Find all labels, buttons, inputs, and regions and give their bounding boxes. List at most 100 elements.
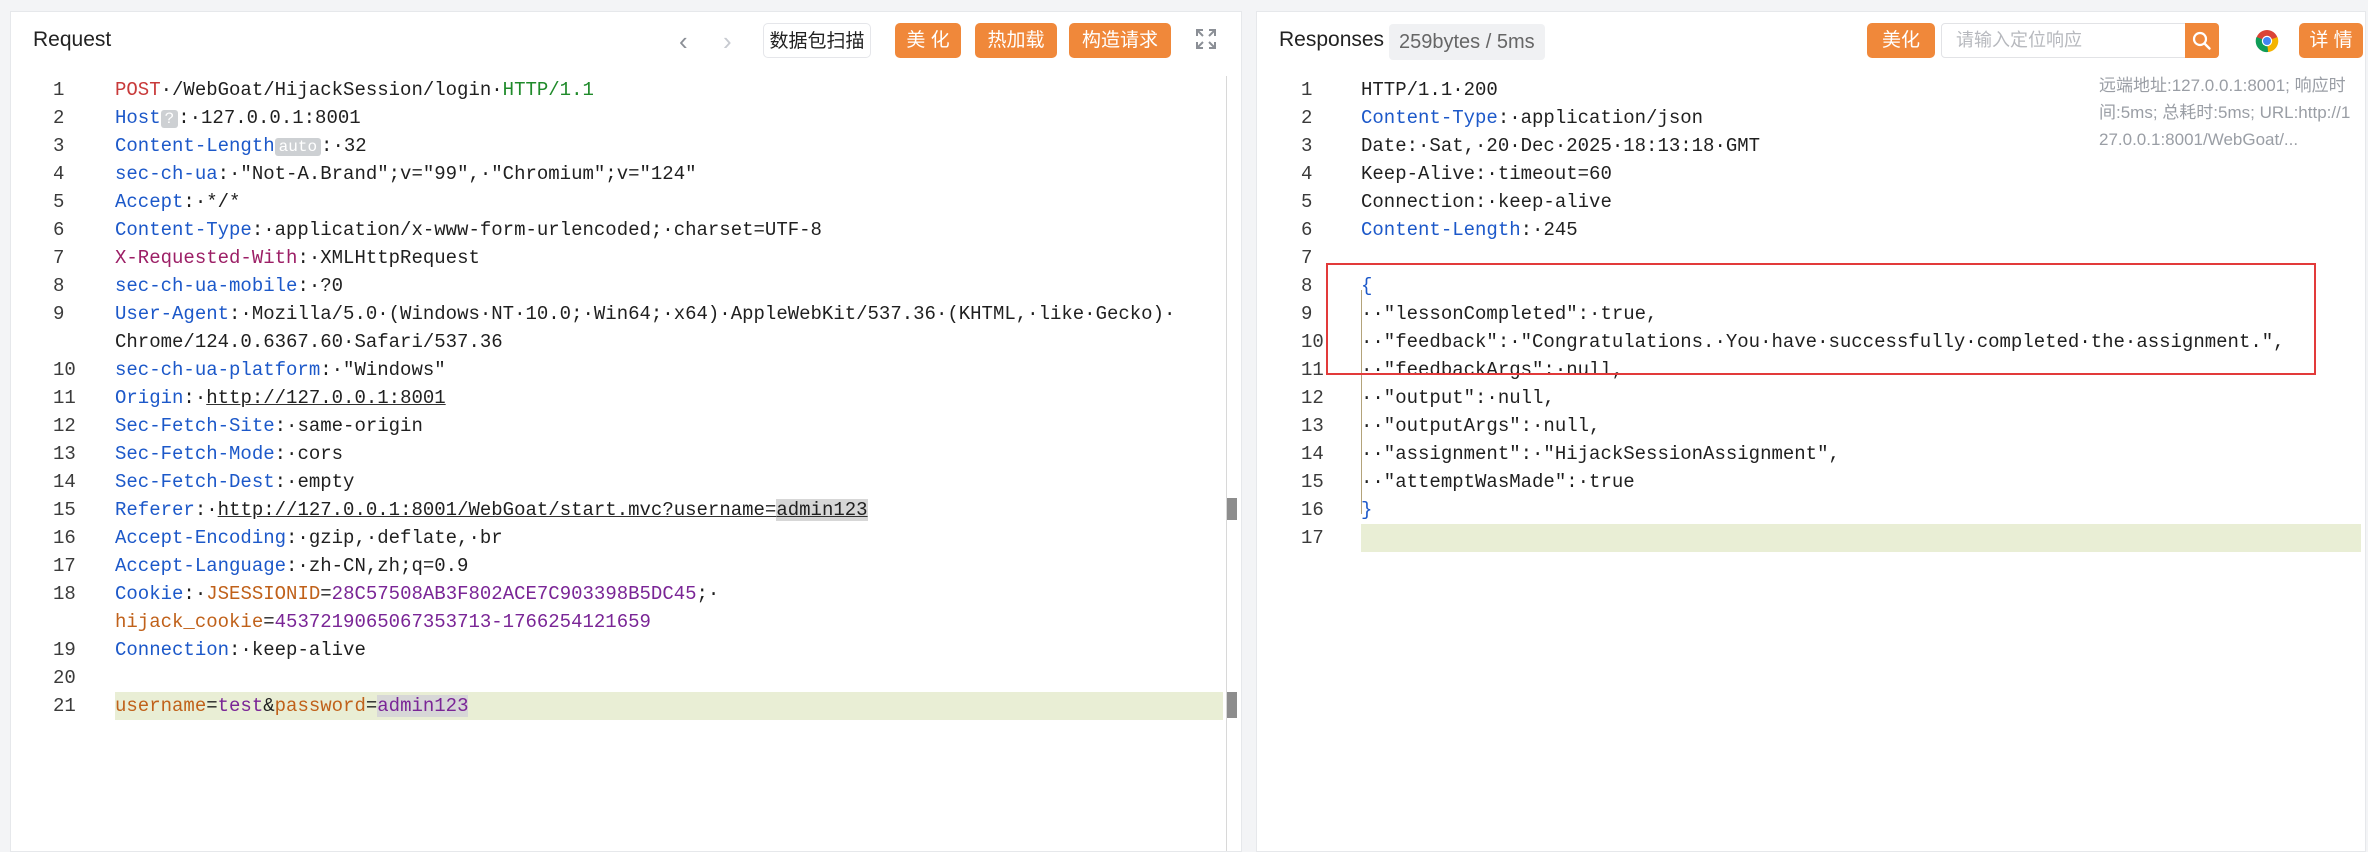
- code-line[interactable]: 16 Accept-Encoding:·gzip,·deflate,·br: [11, 524, 1241, 552]
- hot-load-button[interactable]: 热加载: [975, 23, 1057, 58]
- chevron-left-icon[interactable]: ‹: [679, 26, 688, 56]
- code-line[interactable]: 13 ··"outputArgs":·null,: [1257, 412, 2365, 440]
- code-token: HTTP/1.1·200: [1361, 79, 1498, 101]
- code-line[interactable]: 2 Host?:·127.0.0.1:8001: [11, 104, 1241, 132]
- request-editor[interactable]: 1 POST·/WebGoat/HijackSession/login·HTTP/…: [11, 76, 1241, 720]
- code-token: :·"Windows": [320, 359, 446, 381]
- code-token: http://127.0.0.1:8001/WebGoat/start.mvc?…: [217, 499, 777, 521]
- code-text: ··"outputArgs":·null,: [1361, 412, 1600, 440]
- code-line[interactable]: 14 ··"assignment":·"HijackSessionAssignme…: [1257, 440, 2365, 468]
- code-token: Content-Type: [115, 219, 252, 241]
- code-text: Host?:·127.0.0.1:8001: [115, 104, 361, 133]
- code-line[interactable]: 14 Sec-Fetch-Dest:·empty: [11, 468, 1241, 496]
- code-line[interactable]: 5 Connection:·keep-alive: [1257, 188, 2365, 216]
- current-line-highlight: [1361, 524, 2361, 552]
- code-text: Date:·Sat,·20·Dec·2025·18:13:18·GMT: [1361, 132, 1760, 160]
- code-line[interactable]: 18 Cookie:·JSESSIONID=28C57508AB3F802ACE7…: [11, 580, 1241, 608]
- code-token: hijack_cookie: [115, 611, 264, 633]
- code-line[interactable]: 17 Accept-Language:·zh-CN,zh;q=0.9: [11, 552, 1241, 580]
- code-token: auto: [274, 138, 322, 156]
- code-token: :·empty: [274, 471, 355, 493]
- code-text: Sec-Fetch-Dest:·empty: [115, 468, 354, 496]
- code-token: Sec-Fetch-Dest: [115, 471, 275, 493]
- code-text: ··"output":·null,: [1361, 384, 1555, 412]
- code-token: Chrome/124.0.6367.60·Safari/537.36: [115, 331, 503, 353]
- code-token: :·"Not-A.Brand";v="99",·"Chromium";v="12…: [217, 163, 697, 185]
- code-token: :·application/json: [1497, 107, 1704, 129]
- code-line[interactable]: 3 Date:·Sat,·20·Dec·2025·18:13:18·GMT: [1257, 132, 2365, 160]
- code-text: Origin:·http://127.0.0.1:8001: [115, 384, 446, 412]
- code-line[interactable]: 4 Keep-Alive:·timeout=60: [1257, 160, 2365, 188]
- beautify-button[interactable]: 美 化: [895, 23, 961, 58]
- code-token: http://127.0.0.1:8001: [206, 387, 446, 409]
- line-number: 20: [53, 667, 76, 689]
- response-beautify-button[interactable]: 美化: [1867, 23, 1935, 58]
- code-line[interactable]: 16}: [1257, 496, 2365, 524]
- code-line[interactable]: 10 sec-ch-ua-platform:·"Windows": [11, 356, 1241, 384]
- code-token: Cookie: [115, 583, 184, 605]
- code-line[interactable]: 7 X-Requested-With:·XMLHttpRequest: [11, 244, 1241, 272]
- code-token: HTTP/1.1: [502, 79, 594, 101]
- code-line[interactable]: 21 username=test&password=admin123: [11, 692, 1241, 720]
- code-token: :·: [183, 583, 207, 605]
- code-text: Content-Length auto:·32: [115, 132, 367, 161]
- code-text: sec-ch-ua-platform:·"Windows": [115, 356, 446, 384]
- code-token: Origin: [115, 387, 184, 409]
- code-line[interactable]: 3 Content-Length auto:·32: [11, 132, 1241, 160]
- code-token: =: [263, 611, 275, 633]
- code-line[interactable]: 6 Content-Length:·245: [1257, 216, 2365, 244]
- code-token: :·127.0.0.1:8001: [178, 107, 361, 129]
- code-line[interactable]: 1 POST·/WebGoat/HijackSession/login·HTTP/…: [11, 76, 1241, 104]
- code-line[interactable]: 2 Content-Type:·application/json: [1257, 104, 2365, 132]
- code-line[interactable]: 6 Content-Type:·application/x-www-form-ur…: [11, 216, 1241, 244]
- details-button[interactable]: 详 情: [2299, 23, 2363, 58]
- code-token: password: [274, 695, 366, 717]
- code-token: User-Agent: [115, 303, 230, 325]
- code-token: :·gzip,·deflate,·br: [286, 527, 503, 549]
- packet-scan-button[interactable]: 数据包扫描: [763, 23, 871, 58]
- request-title: Request: [33, 28, 112, 51]
- code-token: :·: [194, 499, 218, 521]
- code-line[interactable]: 20: [11, 664, 1241, 692]
- code-line[interactable]: 15 ··"attemptWasMade":·true: [1257, 468, 2365, 496]
- code-line[interactable]: 19 Connection:·keep-alive: [11, 636, 1241, 664]
- code-token: =: [206, 695, 218, 717]
- request-header: Request ‹ › 数据包扫描 美 化 热加载 构造请求: [11, 12, 1241, 72]
- code-text: HTTP/1.1·200: [1361, 76, 1498, 104]
- code-line[interactable]: 1 HTTP/1.1·200: [1257, 76, 2365, 104]
- code-line[interactable]: 11 Origin:·http://127.0.0.1:8001: [11, 384, 1241, 412]
- code-text: Connection:·keep-alive: [115, 636, 366, 664]
- code-line[interactable]: 4 sec-ch-ua:·"Not-A.Brand";v="99",·"Chrom…: [11, 160, 1241, 188]
- code-token: ··"attemptWasMade":·true: [1361, 471, 1635, 493]
- code-token: ··"output":·null,: [1361, 387, 1555, 409]
- code-token: sec-ch-ua-mobile: [115, 275, 298, 297]
- chrome-icon[interactable]: [2255, 29, 2279, 58]
- fullscreen-icon[interactable]: [1195, 28, 1217, 55]
- code-line[interactable]: 9 User-Agent:·Mozilla/5.0·(Windows·NT·10.…: [11, 300, 1241, 328]
- code-token: :·: [183, 387, 207, 409]
- construct-request-button[interactable]: 构造请求: [1069, 23, 1171, 58]
- code-token: admin123: [776, 499, 868, 521]
- code-text: hijack_cookie=4537219065067353713-176625…: [115, 608, 651, 636]
- code-text: sec-ch-ua-mobile:·?0: [115, 272, 343, 300]
- code-token: sec-ch-ua: [115, 163, 218, 185]
- code-line[interactable]: 8 sec-ch-ua-mobile:·?0: [11, 272, 1241, 300]
- code-token: admin123: [377, 695, 469, 717]
- chevron-right-icon[interactable]: ›: [723, 26, 732, 56]
- code-token: ·/WebGoat/HijackSession/login·: [160, 79, 503, 101]
- code-token: :·same-origin: [274, 415, 423, 437]
- code-line[interactable]: 15 Referer:·http://127.0.0.1:8001/WebGoat…: [11, 496, 1241, 524]
- code-line[interactable]: 12 ··"output":·null,: [1257, 384, 2365, 412]
- code-token: Host: [115, 107, 161, 129]
- code-line[interactable]: hijack_cookie=4537219065067353713-176625…: [11, 608, 1241, 636]
- code-line[interactable]: Chrome/124.0.6367.60·Safari/537.36: [11, 328, 1241, 356]
- response-search-input[interactable]: [1942, 24, 2206, 57]
- code-line[interactable]: 5 Accept:·*/*: [11, 188, 1241, 216]
- code-line[interactable]: 12 Sec-Fetch-Site:·same-origin: [11, 412, 1241, 440]
- response-size-badge: 259bytes / 5ms: [1389, 24, 1545, 60]
- response-panel: Responses 259bytes / 5ms 美化 详 情 远端地址:127…: [1256, 11, 2366, 852]
- code-line[interactable]: 17: [1257, 524, 2365, 552]
- search-icon[interactable]: [2185, 23, 2219, 58]
- code-token: test: [217, 695, 264, 717]
- code-line[interactable]: 13 Sec-Fetch-Mode:·cors: [11, 440, 1241, 468]
